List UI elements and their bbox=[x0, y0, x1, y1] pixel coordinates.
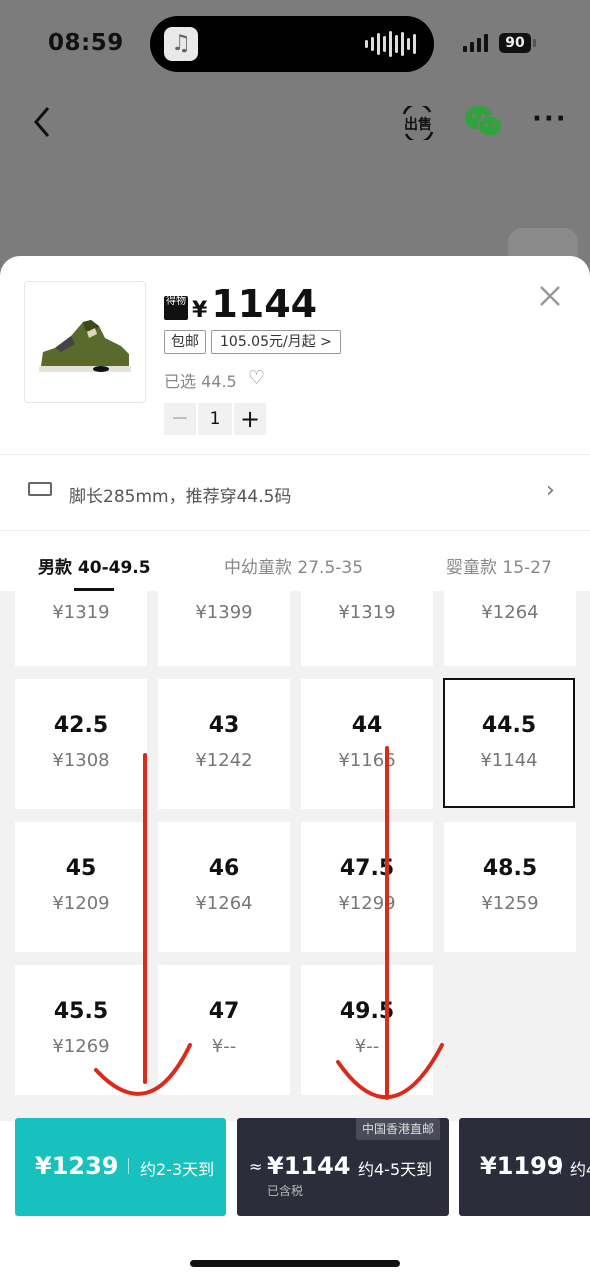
increase-button[interactable]: + bbox=[234, 403, 266, 435]
sell-button[interactable]: 出售 bbox=[400, 102, 436, 144]
size-cell[interactable]: 44 ¥1166 bbox=[301, 679, 433, 809]
chevron-right-icon: > bbox=[320, 334, 332, 350]
buy-option-price: ¥1199 bbox=[480, 1152, 564, 1180]
foot-size-text: 脚长285mm，推荐穿44.5码 bbox=[69, 487, 292, 507]
heart-icon[interactable]: ♡ bbox=[248, 368, 265, 388]
more-icon[interactable]: ··· bbox=[532, 104, 568, 134]
size-price: ¥1166 bbox=[338, 750, 396, 771]
size-label: 47 bbox=[208, 999, 240, 1024]
size-label: 44 bbox=[351, 713, 383, 738]
size-price: ¥1259 bbox=[481, 893, 539, 914]
size-grid: ¥1319 ¥1399 ¥1319 ¥1264 42.5 ¥1308 43 ¥124… bbox=[0, 591, 590, 1121]
signal-icon bbox=[463, 34, 488, 52]
size-label: 42.5 bbox=[53, 713, 109, 738]
decrease-button[interactable]: − bbox=[164, 403, 196, 435]
chevron-right-icon: › bbox=[546, 478, 555, 503]
size-cell[interactable]: ¥1319 bbox=[301, 591, 433, 666]
size-price: ¥-- bbox=[354, 1036, 380, 1057]
tab-men[interactable]: 男款 40-49.5 bbox=[38, 553, 151, 578]
installment-label: 105.05元/月起 bbox=[220, 334, 316, 350]
divider bbox=[0, 454, 590, 455]
buy-option-delivery: 约2-3天到 bbox=[140, 1160, 215, 1179]
separator bbox=[345, 1158, 346, 1174]
size-price: ¥1264 bbox=[481, 602, 539, 623]
wechat-share-icon[interactable] bbox=[463, 104, 505, 140]
tab-kids[interactable]: 中幼童款 27.5-35 bbox=[224, 553, 363, 578]
size-cell[interactable]: 48.5 ¥1259 bbox=[444, 822, 576, 952]
size-label: 45 bbox=[65, 856, 97, 881]
buy-option-delivery: 约4-5天到 bbox=[358, 1160, 433, 1179]
size-price: ¥1308 bbox=[52, 750, 110, 771]
installment-tag[interactable]: 105.05元/月起 > bbox=[211, 330, 341, 354]
hk-direct-mail-badge: 中国香港直邮 bbox=[356, 1118, 441, 1140]
separator bbox=[128, 1158, 129, 1174]
selected-size-label: 已选 44.5 bbox=[164, 372, 237, 391]
size-cell[interactable]: 45 ¥1209 bbox=[15, 822, 147, 952]
dynamic-island[interactable]: ♫ bbox=[150, 16, 434, 72]
buy-option-fast-button[interactable]: ¥1239 约2-3天到 bbox=[15, 1118, 226, 1216]
size-cell-selected[interactable]: 44.5 ¥1144 bbox=[443, 678, 575, 808]
size-cell[interactable]: 49.5 ¥-- bbox=[301, 965, 433, 1095]
size-label: 47.5 bbox=[339, 856, 395, 881]
battery-icon: 90 bbox=[499, 33, 531, 53]
svg-text:出售: 出售 bbox=[404, 116, 432, 133]
music-app-icon: ♫ bbox=[164, 27, 198, 61]
size-cell[interactable]: 47.5 ¥1299 bbox=[301, 822, 433, 952]
approx-symbol: ≈ bbox=[249, 1157, 263, 1176]
buy-option-third-button[interactable]: ¥1199 约4 bbox=[459, 1118, 590, 1216]
tab-toddler[interactable]: 婴童款 15-27 bbox=[446, 553, 552, 578]
sell-icon: 出售 bbox=[402, 102, 434, 144]
buy-option-price: ¥1239 bbox=[35, 1152, 119, 1180]
size-label: 46 bbox=[208, 856, 240, 881]
size-price: ¥1269 bbox=[52, 1036, 110, 1057]
size-price: ¥1209 bbox=[52, 893, 110, 914]
foot-size-recommendation[interactable]: 脚长285mm，推荐穿44.5码 › bbox=[0, 456, 590, 530]
size-category-tabs: 男款 40-49.5 中幼童款 27.5-35 婴童款 15-27 bbox=[0, 531, 590, 591]
separator bbox=[560, 1158, 561, 1174]
home-indicator[interactable] bbox=[190, 1260, 400, 1267]
back-icon[interactable] bbox=[28, 102, 62, 142]
size-price: ¥1144 bbox=[480, 750, 538, 771]
size-price: ¥1299 bbox=[338, 893, 396, 914]
size-price: ¥1264 bbox=[195, 893, 253, 914]
size-cell[interactable]: 46 ¥1264 bbox=[158, 822, 290, 952]
brand-logo: 得物 bbox=[164, 296, 188, 320]
size-selection-sheet: 得物 ¥1144 包邮 105.05元/月起 > 已选 44.5 ♡ − 1 +… bbox=[0, 256, 590, 1280]
status-bar: 08:59 ♫ 90 bbox=[0, 0, 590, 90]
sneaker-image bbox=[39, 320, 131, 372]
free-shipping-tag: 包邮 bbox=[164, 330, 206, 354]
size-price: ¥1399 bbox=[195, 602, 253, 623]
battery-tip bbox=[533, 39, 536, 47]
size-price: ¥-- bbox=[211, 1036, 237, 1057]
close-icon[interactable] bbox=[536, 282, 564, 310]
size-cell[interactable]: ¥1399 bbox=[158, 591, 290, 666]
size-price: ¥1242 bbox=[195, 750, 253, 771]
currency-symbol: ¥ bbox=[192, 298, 208, 323]
size-cell[interactable]: 42.5 ¥1308 bbox=[15, 679, 147, 809]
tax-included-label: 已含税 bbox=[267, 1184, 304, 1198]
size-cell[interactable]: 45.5 ¥1269 bbox=[15, 965, 147, 1095]
size-label: 44.5 bbox=[481, 713, 537, 738]
size-price: ¥1319 bbox=[52, 602, 110, 623]
size-label: 45.5 bbox=[53, 999, 109, 1024]
product-thumbnail bbox=[24, 281, 146, 403]
size-label: 48.5 bbox=[482, 856, 538, 881]
size-price: ¥1319 bbox=[338, 602, 396, 623]
size-cell[interactable]: 43 ¥1242 bbox=[158, 679, 290, 809]
size-cell[interactable]: 47 ¥-- bbox=[158, 965, 290, 1095]
audio-waveform-icon bbox=[365, 30, 416, 58]
ruler-icon bbox=[28, 482, 52, 496]
quantity-value: 1 bbox=[198, 403, 232, 435]
buy-option-delivery: 约4 bbox=[570, 1160, 590, 1179]
size-cell[interactable]: ¥1264 bbox=[444, 591, 576, 666]
price-value: 1144 bbox=[211, 282, 318, 326]
selected-price: ¥1144 bbox=[192, 282, 317, 326]
quantity-stepper: − 1 + bbox=[164, 403, 266, 435]
status-time: 08:59 bbox=[48, 30, 124, 56]
buy-option-price: ¥1144 bbox=[267, 1152, 351, 1180]
size-label: 49.5 bbox=[339, 999, 395, 1024]
size-label: 43 bbox=[208, 713, 240, 738]
size-cell[interactable]: ¥1319 bbox=[15, 591, 147, 666]
